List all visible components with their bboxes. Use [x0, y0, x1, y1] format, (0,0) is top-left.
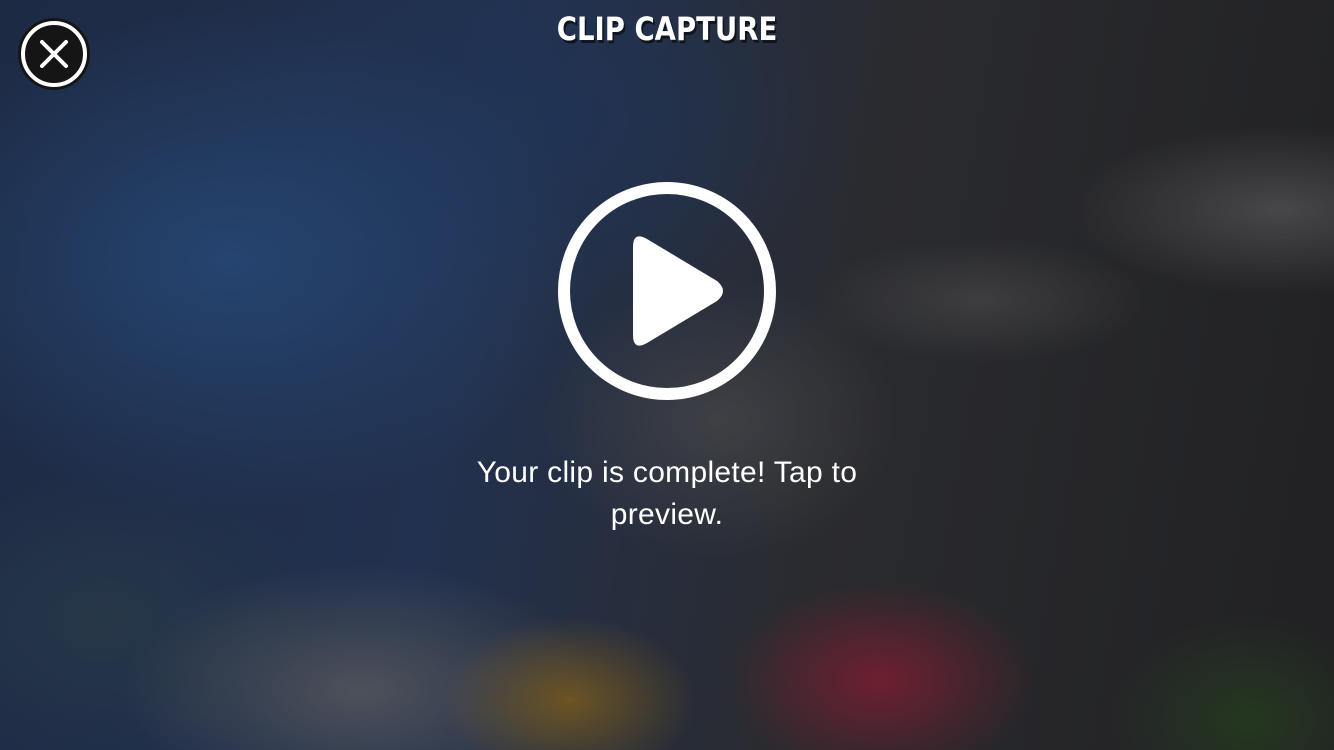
play-icon: [558, 182, 776, 400]
close-icon: [21, 21, 87, 87]
clip-complete-message: Your clip is complete! Tap to preview.: [476, 456, 858, 531]
close-button[interactable]: [18, 18, 90, 90]
play-preview-button[interactable]: [557, 181, 777, 401]
clip-capture-screen: CLIP CAPTURE Your clip is complete! Tap …: [0, 0, 1334, 750]
page-title: CLIP CAPTURE: [556, 10, 778, 48]
